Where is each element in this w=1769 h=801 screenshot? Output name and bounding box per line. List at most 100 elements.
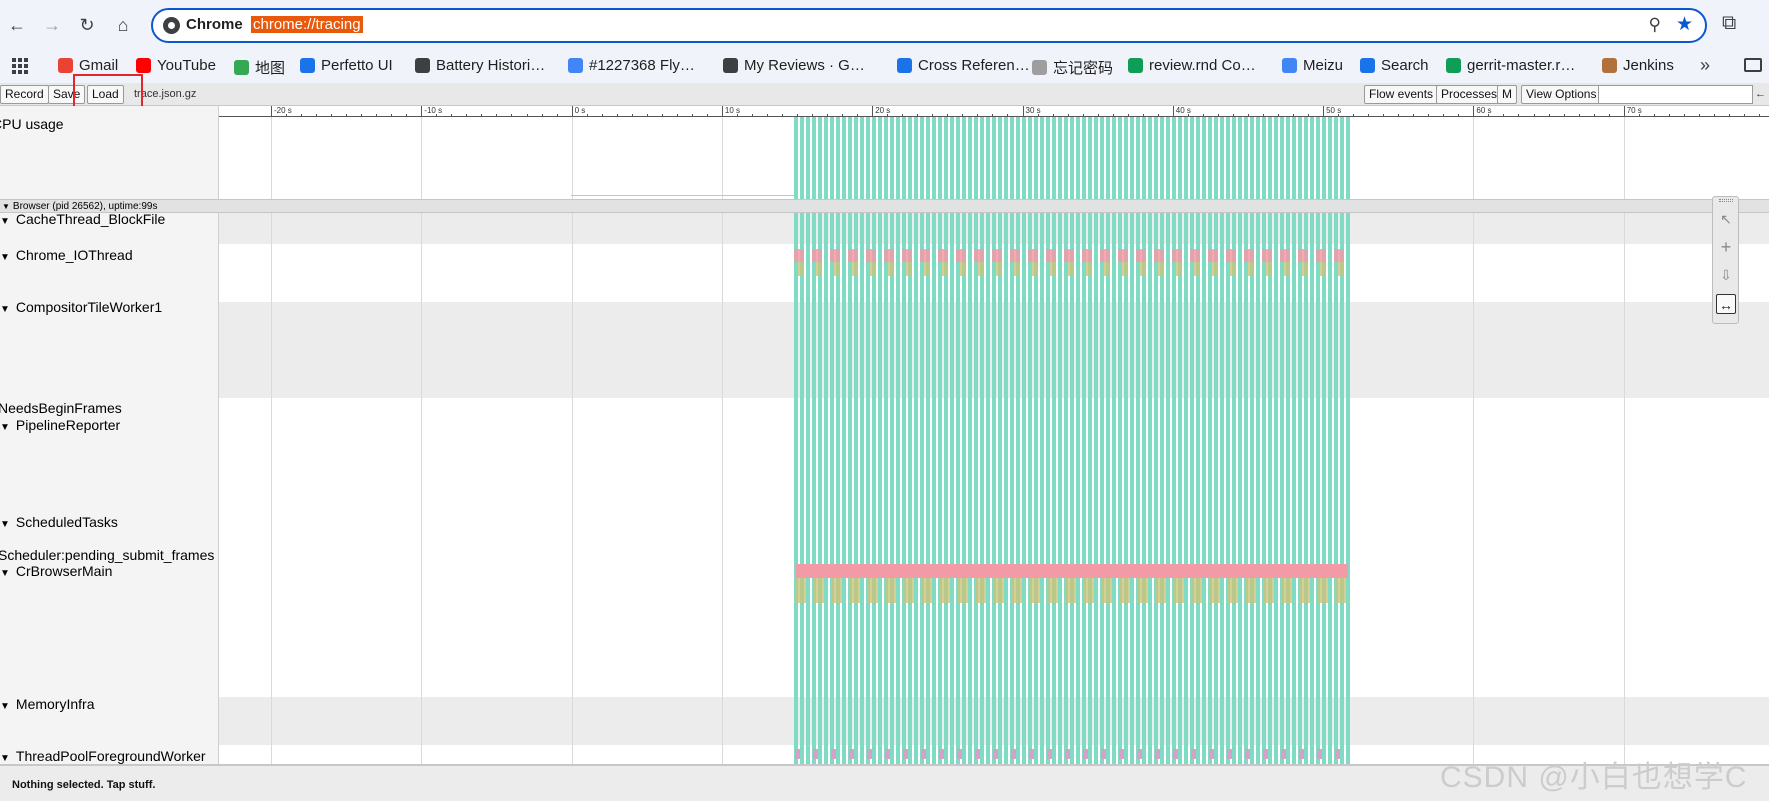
crbrowsermain-subslice[interactable]: [1264, 578, 1274, 603]
threadpool-slice[interactable]: [867, 749, 872, 759]
trace-slice[interactable]: [1202, 117, 1206, 764]
trace-slice[interactable]: [1010, 117, 1014, 764]
trace-slice[interactable]: [1316, 117, 1320, 764]
find-previous-icon[interactable]: ←: [1755, 85, 1769, 104]
track-label[interactable]: ▼ ThreadPoolForegroundWorker: [0, 748, 206, 764]
trace-slice[interactable]: [1154, 117, 1158, 764]
io-thread-subslice[interactable]: [1230, 262, 1236, 276]
trace-slice[interactable]: [956, 117, 960, 764]
io-thread-subslice[interactable]: [1140, 262, 1146, 276]
drag-handle[interactable]: [1719, 199, 1733, 202]
io-thread-subslice[interactable]: [978, 262, 984, 276]
reload-icon[interactable]: ↻: [74, 12, 100, 38]
io-thread-subslice[interactable]: [1320, 262, 1326, 276]
trace-slice[interactable]: [1124, 117, 1128, 764]
io-thread-subslice[interactable]: [1194, 262, 1200, 276]
crbrowsermain-subslice[interactable]: [1066, 578, 1076, 603]
crbrowsermain-subslice[interactable]: [1318, 578, 1328, 603]
threadpool-slice[interactable]: [795, 749, 800, 759]
back-icon[interactable]: ←: [4, 12, 30, 38]
zoom-icon[interactable]: ⚲: [1649, 15, 1661, 35]
io-thread-slice[interactable]: [920, 249, 930, 262]
io-thread-slice[interactable]: [992, 249, 1002, 262]
bookmark-item[interactable]: Jenkins: [1602, 57, 1674, 74]
io-thread-subslice[interactable]: [888, 262, 894, 276]
threadpool-slice[interactable]: [1281, 749, 1286, 759]
trace-slice[interactable]: [944, 117, 948, 764]
threadpool-slice[interactable]: [813, 749, 818, 759]
trace-slice[interactable]: [1304, 117, 1308, 764]
trace-slice[interactable]: [824, 117, 828, 764]
io-thread-slice[interactable]: [794, 249, 804, 262]
trace-slice[interactable]: [1046, 117, 1050, 764]
io-thread-slice[interactable]: [1118, 249, 1128, 262]
trace-slice[interactable]: [1112, 117, 1116, 764]
threadpool-slice[interactable]: [1101, 749, 1106, 759]
trace-slice[interactable]: [1106, 117, 1110, 764]
crbrowsermain-subslice[interactable]: [1282, 578, 1292, 603]
io-thread-subslice[interactable]: [1248, 262, 1254, 276]
io-thread-subslice[interactable]: [834, 262, 840, 276]
threadpool-slice[interactable]: [1335, 749, 1340, 759]
io-thread-slice[interactable]: [1082, 249, 1092, 262]
io-thread-subslice[interactable]: [1338, 262, 1344, 276]
crbrowsermain-slice[interactable]: [796, 564, 1348, 578]
trace-slice[interactable]: [1268, 117, 1272, 764]
io-thread-subslice[interactable]: [870, 262, 876, 276]
io-thread-slice[interactable]: [1028, 249, 1038, 262]
threadpool-slice[interactable]: [1065, 749, 1070, 759]
crbrowsermain-subslice[interactable]: [1210, 578, 1220, 603]
crbrowsermain-subslice[interactable]: [832, 578, 842, 603]
trace-slice[interactable]: [800, 117, 804, 764]
trace-slice[interactable]: [1286, 117, 1290, 764]
io-thread-slice[interactable]: [1262, 249, 1272, 262]
trace-slice[interactable]: [932, 117, 936, 764]
expand-triangle-icon[interactable]: ▼: [0, 568, 10, 579]
crbrowsermain-subslice[interactable]: [1048, 578, 1058, 603]
trace-slice[interactable]: [962, 117, 966, 764]
threadpool-slice[interactable]: [1263, 749, 1268, 759]
track-label[interactable]: ▼ PipelineReporter: [0, 417, 120, 433]
trace-slice[interactable]: [1004, 117, 1008, 764]
trace-slice[interactable]: [1076, 117, 1080, 764]
io-thread-slice[interactable]: [848, 249, 858, 262]
crbrowsermain-subslice[interactable]: [868, 578, 878, 603]
threadpool-slice[interactable]: [885, 749, 890, 759]
threadpool-slice[interactable]: [939, 749, 944, 759]
io-thread-subslice[interactable]: [960, 262, 966, 276]
trace-slice[interactable]: [854, 117, 858, 764]
bookmark-item[interactable]: Gmail: [58, 57, 118, 74]
trace-slice[interactable]: [1082, 117, 1086, 764]
io-thread-slice[interactable]: [1244, 249, 1254, 262]
trace-slice[interactable]: [1166, 117, 1170, 764]
threadpool-slice[interactable]: [993, 749, 998, 759]
threadpool-slice[interactable]: [1317, 749, 1322, 759]
folder-icon[interactable]: [1744, 58, 1762, 72]
crbrowsermain-subslice[interactable]: [1192, 578, 1202, 603]
trace-slice[interactable]: [1052, 117, 1056, 764]
crbrowsermain-subslice[interactable]: [994, 578, 1004, 603]
threadpool-slice[interactable]: [849, 749, 854, 759]
crbrowsermain-subslice[interactable]: [1300, 578, 1310, 603]
io-thread-subslice[interactable]: [816, 262, 822, 276]
threadpool-slice[interactable]: [1209, 749, 1214, 759]
trace-slice[interactable]: [884, 117, 888, 764]
threadpool-slice[interactable]: [957, 749, 962, 759]
timeline-tracks[interactable]: [219, 117, 1769, 764]
trace-slice[interactable]: [974, 117, 978, 764]
io-thread-subslice[interactable]: [798, 262, 804, 276]
time-ruler[interactable]: -20 s -10 s0 s 10 s 20 s 30 s 40 s 50 s 60 s 70 …: [219, 106, 1769, 117]
io-thread-subslice[interactable]: [1266, 262, 1272, 276]
io-thread-slice[interactable]: [1190, 249, 1200, 262]
io-thread-subslice[interactable]: [1284, 262, 1290, 276]
trace-slice[interactable]: [1136, 117, 1140, 764]
trace-slice[interactable]: [1160, 117, 1164, 764]
io-thread-subslice[interactable]: [1122, 262, 1128, 276]
io-thread-subslice[interactable]: [1014, 262, 1020, 276]
trace-slice[interactable]: [806, 117, 810, 764]
trace-slice[interactable]: [1250, 117, 1254, 764]
trace-slice[interactable]: [1064, 117, 1068, 764]
threadpool-slice[interactable]: [1155, 749, 1160, 759]
bookmark-item[interactable]: 地图: [234, 57, 285, 78]
threadpool-slice[interactable]: [1083, 749, 1088, 759]
